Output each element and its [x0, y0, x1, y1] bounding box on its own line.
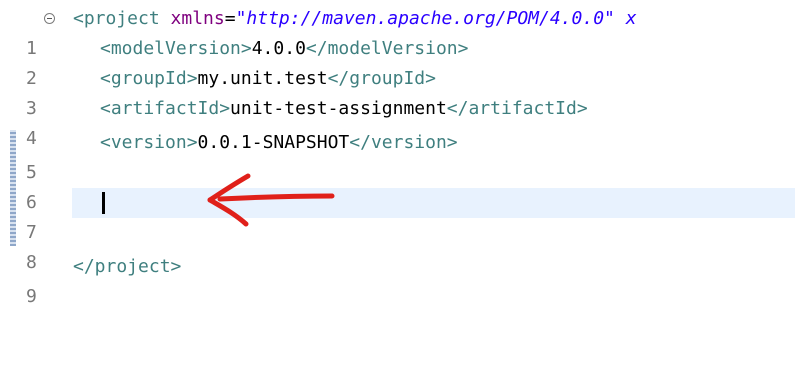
- code-editor[interactable]: 1 <project xmlns="http://maven.apache.or…: [0, 0, 795, 324]
- annotation-arrow-icon: [207, 173, 335, 227]
